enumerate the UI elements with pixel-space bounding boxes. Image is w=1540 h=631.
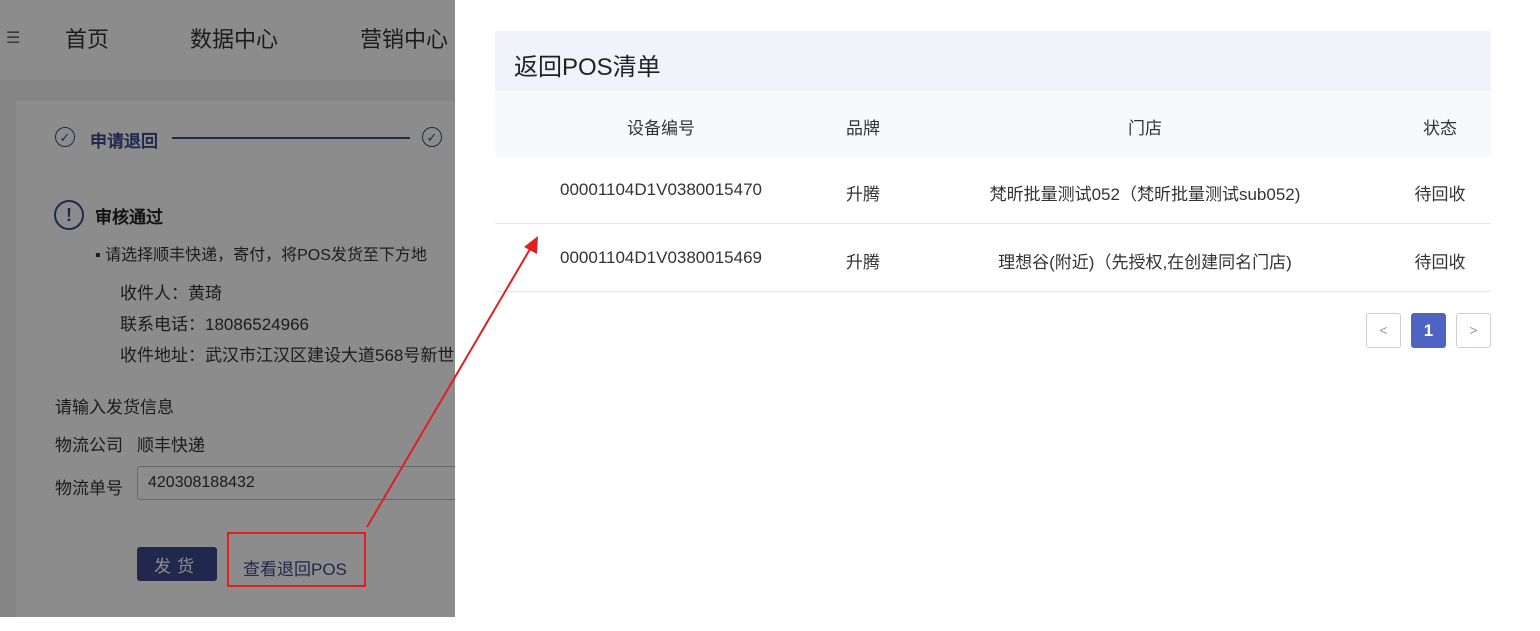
column-header-brand: 品牌: [846, 119, 880, 138]
page-number-button[interactable]: 1: [1411, 313, 1446, 348]
column-header-device-id: 设备编号: [627, 119, 695, 138]
cell-brand: 升腾: [846, 185, 880, 204]
chevron-right-icon[interactable]: >: [1456, 313, 1491, 348]
table-row: 00001104D1V0380015469 升腾 理想谷(附近)（先授权,在创建…: [495, 225, 1491, 292]
cell-store: 理想谷(附近)（先授权,在创建同名门店): [998, 253, 1292, 272]
column-header-status: 状态: [1423, 119, 1457, 138]
column-header-store: 门店: [1128, 119, 1162, 138]
chevron-left-icon[interactable]: <: [1366, 313, 1401, 348]
cell-status: 待回收: [1414, 185, 1466, 204]
cell-status: 待回收: [1414, 253, 1466, 272]
table-header: 设备编号 品牌 门店 状态: [495, 91, 1491, 157]
annotation-highlight-box: [227, 532, 366, 587]
drawer-title: 返回POS清单: [514, 54, 661, 81]
cell-device-id: 00001104D1V0380015470: [560, 180, 762, 199]
cell-device-id: 00001104D1V0380015469: [560, 248, 762, 267]
drawer-header: 返回POS清单: [495, 31, 1491, 91]
cell-brand: 升腾: [846, 253, 880, 272]
returned-pos-drawer: 返回POS清单 设备编号 品牌 门店 状态 00001104D1V0380015…: [455, 0, 1540, 617]
cell-store: 梵昕批量测试052（梵昕批量测试sub052): [989, 185, 1301, 204]
table-row: 00001104D1V0380015470 升腾 梵昕批量测试052（梵昕批量测…: [495, 157, 1491, 224]
